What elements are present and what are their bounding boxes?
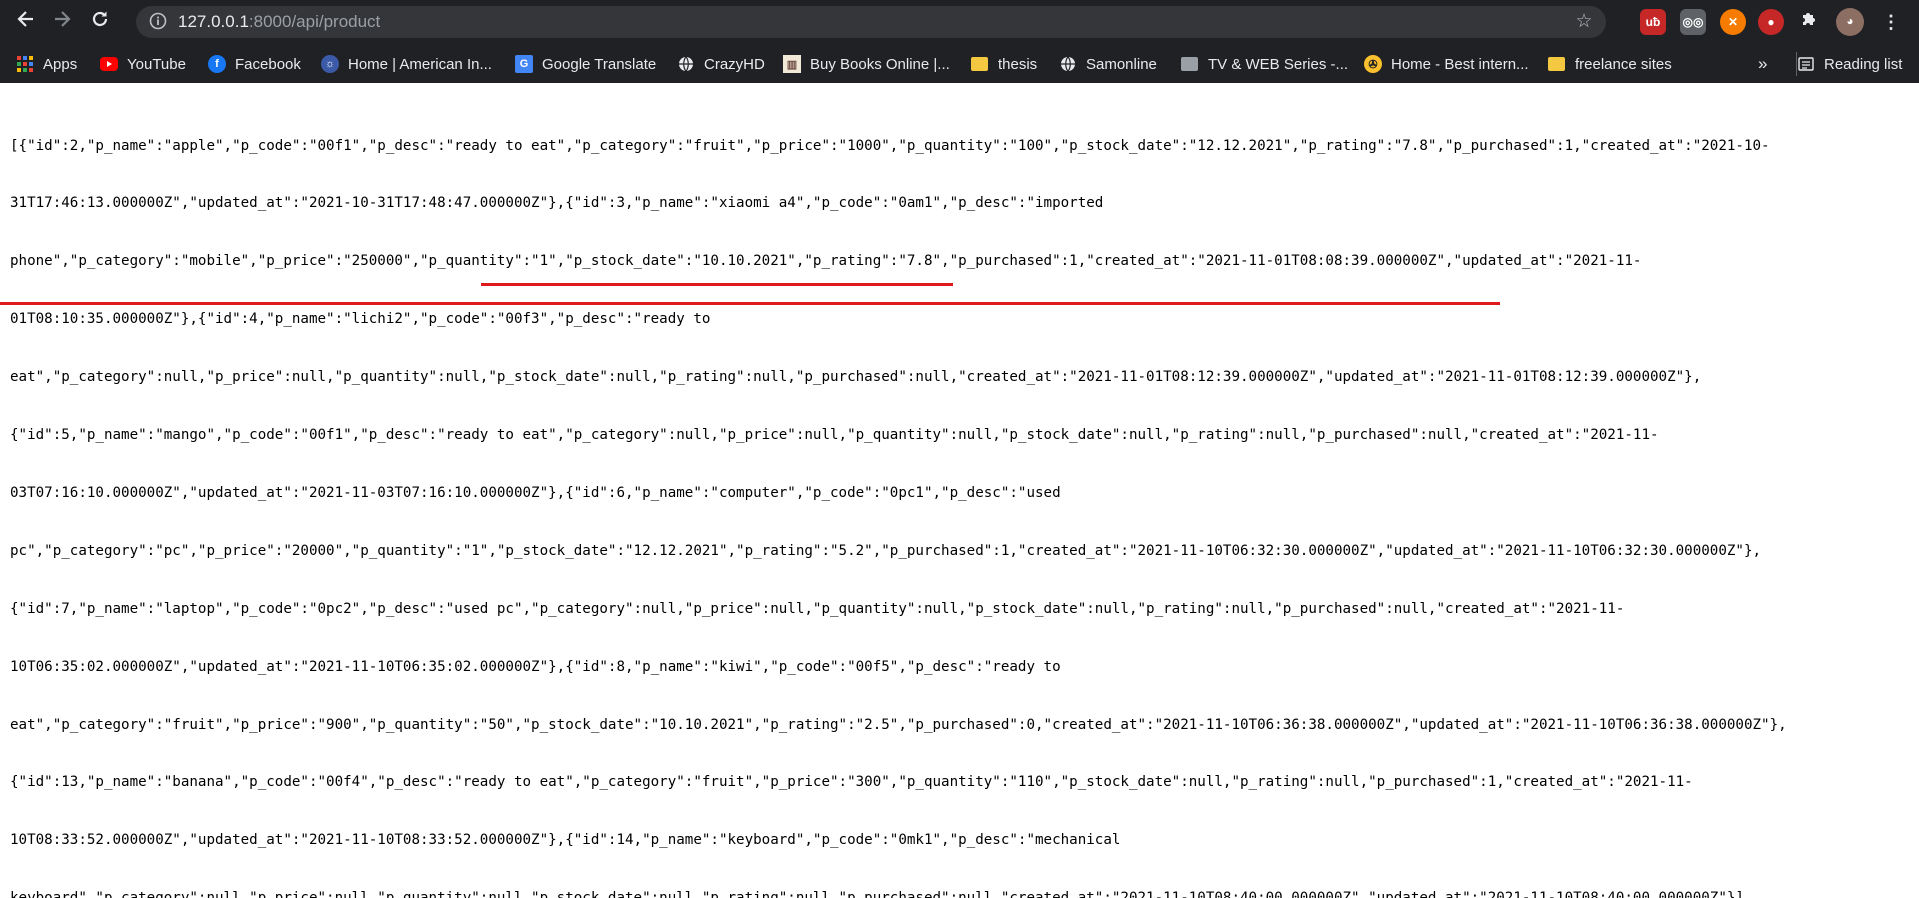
ublock-extension-icon[interactable]: uƀ bbox=[1640, 9, 1666, 35]
books-icon: ▥ bbox=[783, 55, 801, 73]
globe-icon bbox=[677, 55, 695, 73]
bookmark-samonline[interactable]: Samonline bbox=[1059, 52, 1157, 76]
avatar[interactable]: ◕ bbox=[1836, 8, 1864, 36]
bookmark-label: Samonline bbox=[1086, 55, 1157, 73]
json-line: eat","p_category":"fruit","p_price":"900… bbox=[10, 716, 1787, 733]
address-bar[interactable]: 127.0.0.1:8000/api/product ☆ bbox=[136, 6, 1606, 38]
kebab-menu-icon[interactable]: ⋮ bbox=[1878, 9, 1904, 35]
url-text[interactable]: 127.0.0.1:8000/api/product bbox=[178, 6, 380, 38]
bookmark-label: Buy Books Online |... bbox=[810, 55, 950, 73]
browser-toolbar: 127.0.0.1:8000/api/product ☆ uƀ ◎◎ ✕ ● ◕… bbox=[0, 0, 1919, 44]
json-response-body: [{"id":2,"p_name":"apple","p_code":"00f1… bbox=[10, 98, 1910, 898]
bookmark-label: Apps bbox=[43, 55, 78, 73]
apps-grid-icon bbox=[16, 55, 34, 73]
orange-extension-icon[interactable]: ✕ bbox=[1720, 9, 1746, 35]
reload-icon[interactable] bbox=[86, 8, 114, 36]
folder-icon bbox=[1181, 57, 1198, 71]
bookmark-facebook[interactable]: f Facebook bbox=[208, 52, 301, 76]
json-line: {"id":7,"p_name":"laptop","p_code":"0pc2… bbox=[10, 600, 1625, 617]
folder-icon bbox=[1548, 57, 1565, 71]
star-icon[interactable]: ☆ bbox=[1572, 10, 1596, 34]
json-line: pc","p_category":"pc","p_price":"20000",… bbox=[10, 542, 1762, 559]
bookmark-label: CrazyHD bbox=[704, 55, 765, 73]
bookmark-label: TV & WEB Series -... bbox=[1208, 55, 1349, 73]
bookmark-label: Google Translate bbox=[542, 55, 657, 73]
bookmark-freelance-sites[interactable]: freelance sites bbox=[1548, 52, 1672, 76]
json-line: keyboard","p_category":null,"p_price":nu… bbox=[10, 889, 1910, 898]
json-line: [{"id":2,"p_name":"apple","p_code":"00f1… bbox=[10, 137, 1770, 154]
american-icon: ☼ bbox=[321, 55, 339, 73]
bookmark-thesis[interactable]: thesis bbox=[971, 52, 1037, 76]
bookmark-label: thesis bbox=[998, 55, 1038, 73]
json-line: 10T06:35:02.000000Z","updated_at":"2021-… bbox=[10, 658, 1061, 675]
google-translate-icon: G bbox=[515, 55, 533, 73]
reading-list-button[interactable]: Reading list bbox=[1797, 52, 1902, 76]
bookmark-label: Facebook bbox=[235, 55, 301, 73]
bookmark-label: freelance sites bbox=[1575, 55, 1672, 73]
bookmark-books[interactable]: ▥ Buy Books Online |... bbox=[783, 52, 950, 76]
bookmark-youtube[interactable]: YouTube bbox=[100, 52, 186, 76]
bookmark-crazyhd[interactable]: CrazyHD bbox=[677, 52, 765, 76]
globe-icon bbox=[1059, 55, 1077, 73]
bookmarks-bar: Apps YouTube f Facebook ☼ Home | American … bbox=[0, 44, 1919, 83]
bookmarks-overflow-button[interactable]: » bbox=[1758, 52, 1767, 76]
json-line: {"id":5,"p_name":"mango","p_code":"00f1"… bbox=[10, 427, 1659, 444]
json-line: 01T08:10:35.000000Z"},{"id":4,"p_name":"… bbox=[10, 311, 711, 328]
info-icon[interactable] bbox=[148, 12, 168, 32]
reading-list-label: Reading list bbox=[1824, 55, 1903, 73]
bookmark-american[interactable]: ☼ Home | American In... bbox=[321, 52, 492, 76]
arrow-left-icon[interactable] bbox=[12, 8, 40, 36]
url-host: 127.0.0.1 bbox=[178, 12, 249, 31]
bookmark-google-translate[interactable]: G Google Translate bbox=[515, 52, 656, 76]
json-line: 10T08:33:52.000000Z","updated_at":"2021-… bbox=[10, 832, 1121, 849]
json-line: {"id":13,"p_name":"banana","p_code":"00f… bbox=[10, 774, 1693, 791]
bookmark-apps[interactable]: Apps bbox=[16, 52, 77, 76]
folder-icon bbox=[971, 57, 988, 71]
json-line: 03T07:16:10.000000Z","updated_at":"2021-… bbox=[10, 484, 1061, 501]
json-line: eat","p_category":null,"p_price":null,"p… bbox=[10, 369, 1702, 386]
bookmark-tv-web-series[interactable]: TV & WEB Series -... bbox=[1181, 52, 1348, 76]
glasses-extension-icon[interactable]: ◎◎ bbox=[1680, 9, 1706, 35]
json-line: phone","p_category":"mobile","p_price":"… bbox=[10, 253, 1642, 270]
browser-chrome: 127.0.0.1:8000/api/product ☆ uƀ ◎◎ ✕ ● ◕… bbox=[0, 0, 1919, 83]
bookmark-best-internet[interactable]: ✇ Home - Best intern... bbox=[1364, 52, 1529, 76]
best-internet-icon: ✇ bbox=[1364, 55, 1382, 73]
bookmark-label: Home - Best intern... bbox=[1391, 55, 1529, 73]
youtube-icon bbox=[100, 55, 118, 73]
facebook-icon: f bbox=[208, 55, 226, 73]
highlight-underline bbox=[0, 302, 1500, 305]
url-path: :8000/api/product bbox=[248, 12, 381, 31]
puzzle-icon[interactable] bbox=[1796, 9, 1822, 35]
bookmark-label: YouTube bbox=[127, 55, 186, 73]
json-line: 31T17:46:13.000000Z","updated_at":"2021-… bbox=[10, 195, 1104, 212]
record-extension-icon[interactable]: ● bbox=[1758, 9, 1784, 35]
highlight-underline bbox=[481, 283, 953, 286]
arrow-right-icon[interactable] bbox=[48, 8, 76, 36]
bookmark-label: Home | American In... bbox=[348, 55, 492, 73]
reading-list-icon bbox=[1797, 55, 1815, 73]
